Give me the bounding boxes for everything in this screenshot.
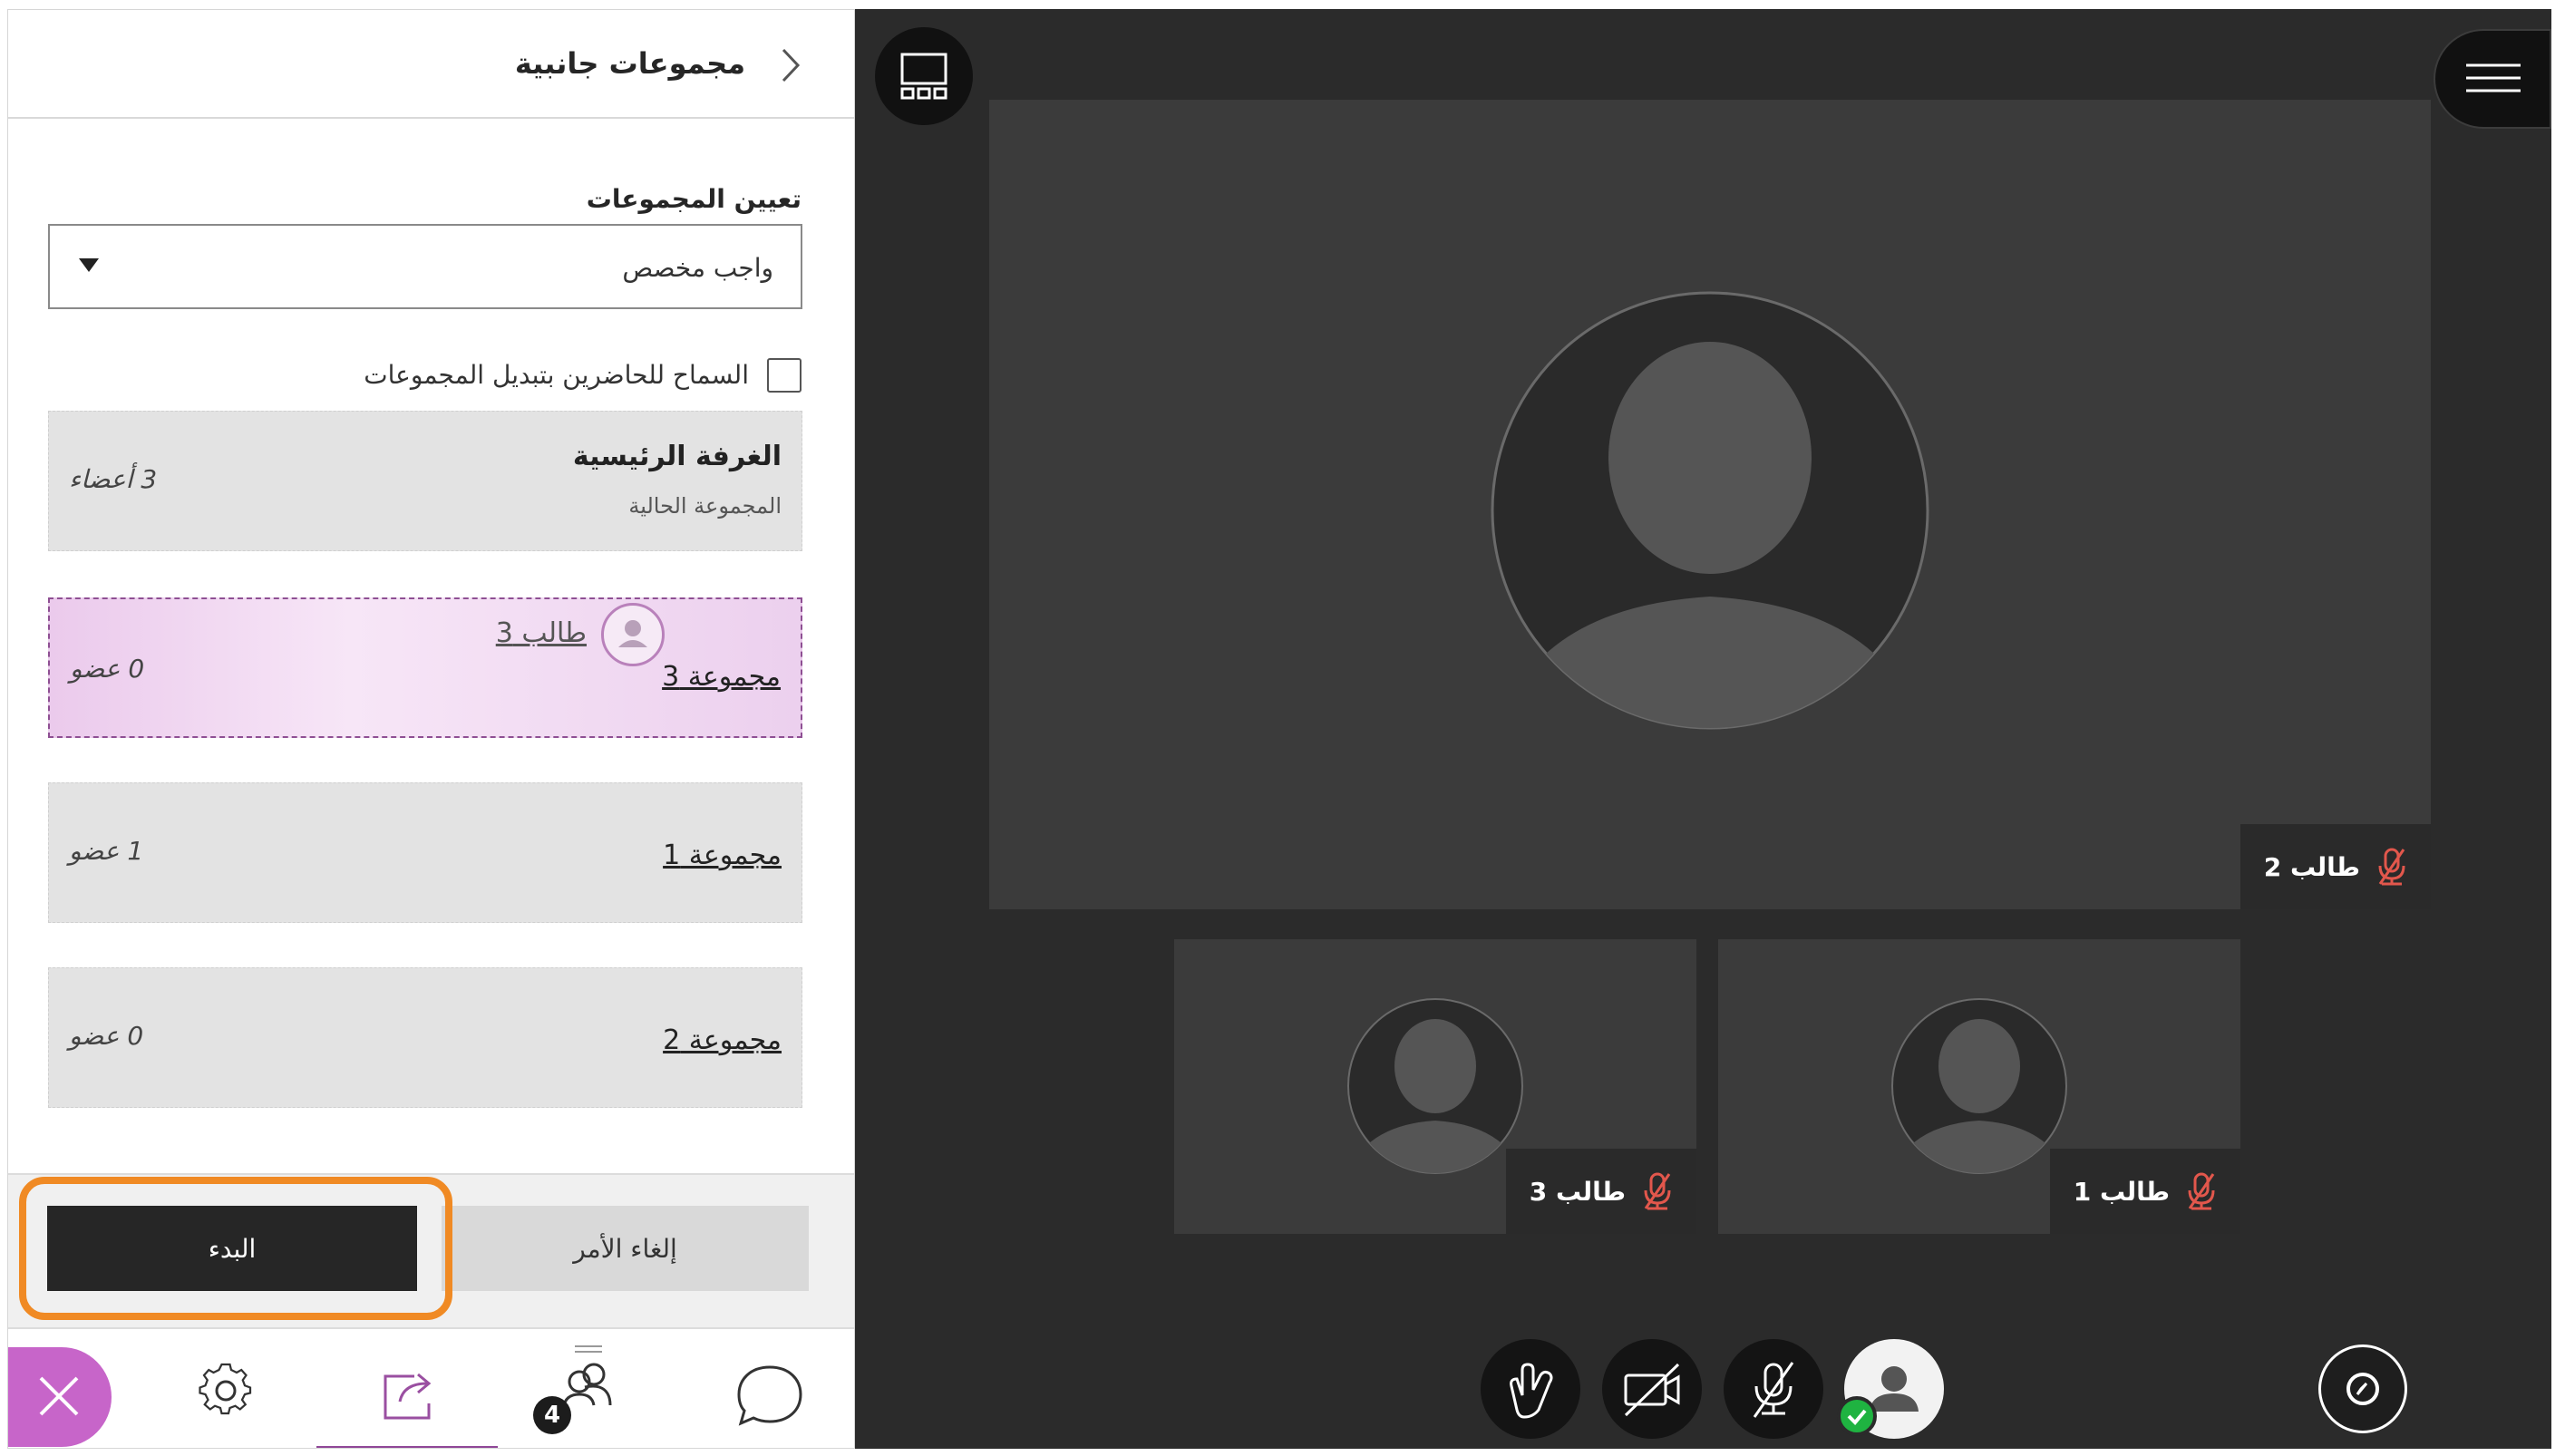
- group-card-2[interactable]: مجموعة 2 0 عضو: [48, 967, 802, 1108]
- participant-name-tag: طالب 1: [2049, 1149, 2240, 1234]
- group-name-2[interactable]: مجموعة 2: [663, 1024, 782, 1056]
- participant-name-tag: طالب 3: [1505, 1149, 1696, 1234]
- main-room-count: 3 أعضاء: [69, 464, 158, 494]
- panel-bottom-nav: [8, 1327, 854, 1448]
- chevron-right-icon[interactable]: [772, 43, 809, 88]
- start-button-highlight: [19, 1177, 452, 1320]
- participant-name: طالب 3: [1529, 1176, 1626, 1207]
- video-tile-student-1[interactable]: طالب 1: [1718, 939, 2240, 1234]
- dragged-member-chip[interactable]: طالب 3: [456, 603, 665, 666]
- assign-groups-label: تعيين المجموعات: [586, 184, 802, 214]
- camera-off-icon[interactable]: [1602, 1339, 1702, 1439]
- video-tile-student-3[interactable]: طالب 3: [1174, 939, 1696, 1234]
- participant-name-tag: طالب 2: [2240, 824, 2431, 909]
- mic-off-icon[interactable]: [1724, 1339, 1823, 1439]
- gear-icon[interactable]: [135, 1329, 316, 1448]
- status-icon[interactable]: [2318, 1344, 2407, 1433]
- main-room-card: الغرفة الرئيسية المجموعة الحالية 3 أعضاء: [48, 411, 802, 551]
- share-icon[interactable]: [316, 1329, 498, 1448]
- main-room-name: الغرفة الرئيسية: [572, 441, 782, 472]
- assign-groups-value: واجب مخصص: [622, 253, 773, 283]
- main-video-tile[interactable]: طالب 2: [989, 100, 2431, 909]
- check-icon: [1837, 1396, 1877, 1436]
- assign-groups-select[interactable]: واجب مخصص: [48, 224, 802, 309]
- layout-icon[interactable]: [875, 27, 973, 125]
- video-stage: طالب 2 طالب 3 طالب 1: [855, 9, 2551, 1449]
- close-icon[interactable]: [8, 1347, 112, 1447]
- avatar-icon: [601, 603, 665, 666]
- group-name-3[interactable]: مجموعة 3: [662, 661, 781, 693]
- chat-icon[interactable]: [679, 1329, 854, 1448]
- mic-off-icon: [2376, 848, 2407, 886]
- panel-title: مجموعات جانبية: [514, 46, 745, 81]
- group-card-1[interactable]: مجموعة 1 1 عضو: [48, 782, 802, 923]
- panel-header: مجموعات جانبية: [8, 10, 854, 119]
- hamburger-menu-icon[interactable]: [2434, 29, 2551, 129]
- group-card-3[interactable]: طالب 3 مجموعة 3 0 عضو: [48, 597, 802, 738]
- mic-off-icon: [1642, 1172, 1673, 1210]
- dropdown-caret-icon: [79, 258, 99, 272]
- checkbox-icon[interactable]: [767, 358, 802, 393]
- dragged-member-name: طالب 3: [495, 617, 587, 649]
- group-count-2: 0 عضو: [69, 1021, 144, 1051]
- breakout-groups-panel: مجموعات جانبية تعيين المجموعات واجب مخصص…: [7, 9, 855, 1449]
- main-room-sub: المجموعة الحالية: [628, 493, 782, 519]
- raise-hand-icon[interactable]: [1481, 1339, 1580, 1439]
- participant-name: طالب 1: [2073, 1176, 2170, 1207]
- allow-switch-label: السماح للحاضرين بتبديل المجموعات: [364, 360, 749, 390]
- group-name-1[interactable]: مجموعة 1: [663, 840, 782, 871]
- group-count-3: 0 عضو: [70, 654, 145, 684]
- attendees-icon[interactable]: [498, 1329, 679, 1448]
- attendees-count-badge: 4: [533, 1396, 571, 1434]
- group-count-1: 1 عضو: [69, 836, 144, 866]
- participant-name: طالب 2: [2263, 851, 2360, 882]
- avatar-icon: [1491, 291, 1929, 730]
- cancel-button[interactable]: إلغاء الأمر: [442, 1206, 809, 1291]
- mic-off-icon: [2186, 1172, 2217, 1210]
